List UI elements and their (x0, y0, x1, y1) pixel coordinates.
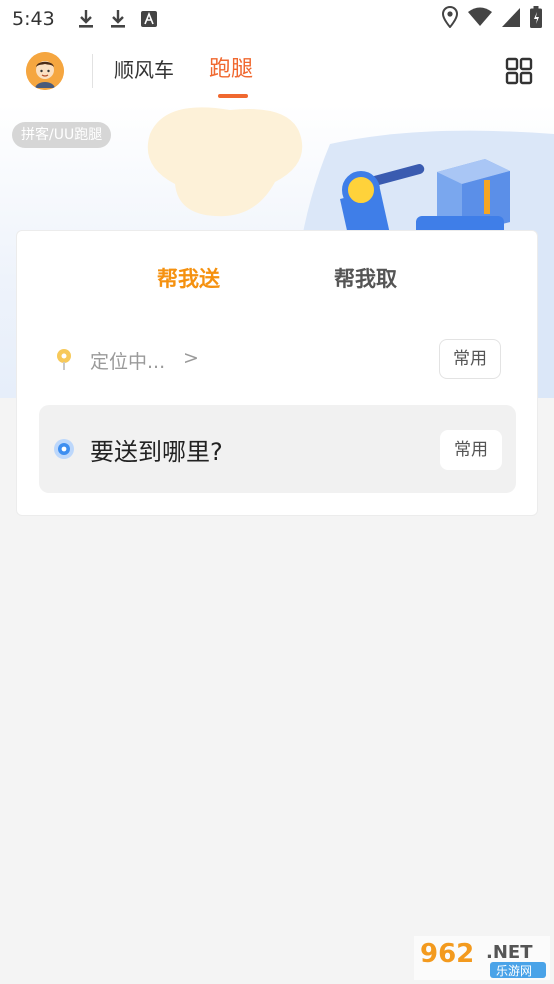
pickup-common-address-button[interactable]: 常用 (439, 339, 501, 379)
banner-tag: 拼客/UU跑腿 (12, 122, 112, 148)
tab-paotui[interactable]: 跑腿 (209, 56, 253, 84)
nav-divider (92, 54, 93, 88)
svg-text:962: 962 (420, 939, 474, 969)
chevron-right-icon: > (183, 347, 199, 369)
top-nav: 顺风车 跑腿 (0, 38, 554, 104)
grid-menu-icon[interactable] (505, 57, 533, 85)
app-notification-icon (140, 11, 157, 27)
destination-row[interactable]: 要送到哪里? 常用 (39, 405, 516, 493)
order-card: 帮我送 帮我取 定位中... > 常用 要送到哪里? 常用 (16, 230, 538, 516)
site-watermark-logo: 962 .NET 乐游网 (414, 936, 550, 980)
destination-common-address-button[interactable]: 常用 (440, 430, 502, 470)
svg-text:乐游网: 乐游网 (496, 964, 532, 978)
destination-dot-icon (53, 438, 75, 460)
download-icon (109, 9, 127, 29)
pickup-location-text: 定位中... (90, 351, 166, 373)
status-time: 5:43 (12, 8, 55, 30)
tab-shunfengche[interactable]: 顺风车 (114, 56, 174, 84)
download-icon (77, 9, 95, 29)
tab-send-for-me[interactable]: 帮我送 (157, 263, 220, 293)
destination-input[interactable]: 要送到哪里? (90, 432, 223, 467)
location-pin-icon (55, 347, 73, 375)
tab-pick-up-for-me[interactable]: 帮我取 (334, 263, 397, 293)
svg-text:.NET: .NET (486, 942, 533, 963)
signal-icon (502, 7, 520, 31)
location-icon (441, 5, 459, 32)
battery-icon (530, 6, 542, 32)
user-avatar[interactable] (26, 52, 64, 90)
status-bar: 5:43 (0, 0, 554, 38)
wifi-icon (468, 7, 492, 31)
active-tab-indicator (218, 94, 248, 98)
